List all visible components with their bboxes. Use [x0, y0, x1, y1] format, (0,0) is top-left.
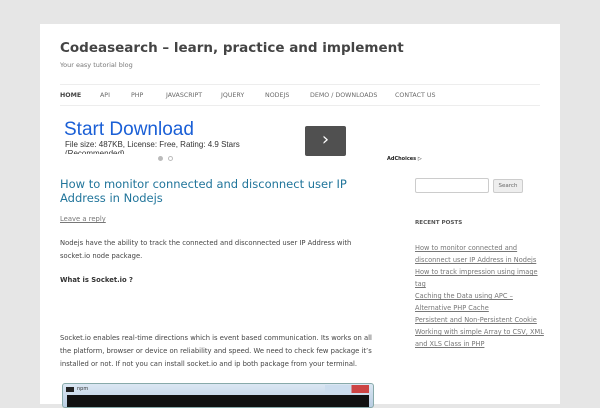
main-nav: Home API PHP JavaScript jQuery NodeJS De…	[60, 84, 540, 106]
site-tagline: Your easy tutorial blog	[60, 61, 133, 69]
nav-contact-us[interactable]: Contact Us	[395, 92, 435, 99]
terminal-screenshot: npm	[62, 383, 374, 408]
post-title[interactable]: How to monitor connected and disconnect …	[60, 177, 360, 205]
page: Codeasearch – learn, practice and implem…	[40, 24, 560, 408]
terminal-icon	[66, 387, 74, 392]
search-input[interactable]	[415, 178, 489, 193]
recent-post-link[interactable]: Working with simple Array to CSV, XML an…	[415, 326, 545, 350]
recent-post-link[interactable]: How to monitor connected and disconnect …	[415, 242, 545, 266]
post-paragraph: Nodejs have the ability to track the con…	[60, 239, 352, 260]
ad-subtext-2: (Recommended)	[65, 150, 125, 154]
nav-demo-downloads[interactable]: Demo / Downloads	[310, 92, 377, 99]
search-button[interactable]: Search	[493, 179, 523, 193]
leave-reply-link[interactable]: Leave a reply	[60, 215, 106, 223]
ad-next-button[interactable]: ›	[305, 126, 346, 156]
post-heading: What is Socket.io ?	[60, 276, 133, 284]
nav-nodejs[interactable]: NodeJS	[265, 92, 289, 99]
nav-javascript[interactable]: JavaScript	[166, 92, 202, 99]
recent-posts-heading: Recent Posts	[415, 220, 463, 226]
site-title[interactable]: Codeasearch – learn, practice and implem…	[60, 40, 404, 56]
recent-post-link[interactable]: Persistent and Non-Persistent Cookie	[415, 314, 545, 326]
nav-home[interactable]: Home	[60, 92, 81, 99]
recent-post-link[interactable]: Caching the Data using APC – Alternative…	[415, 290, 545, 314]
window-title: npm	[77, 386, 89, 392]
ad-dot[interactable]	[168, 156, 173, 161]
terminal-area	[67, 395, 369, 407]
adchoices-link[interactable]: AdChoices ▷	[387, 156, 422, 162]
nav-api[interactable]: API	[100, 92, 110, 99]
window-controls	[325, 385, 369, 393]
nav-jquery[interactable]: jQuery	[221, 92, 244, 99]
post-paragraph: Socket.io enables real-time directions w…	[60, 334, 372, 368]
recent-posts-list: How to monitor connected and disconnect …	[415, 242, 545, 350]
recent-post-link[interactable]: How to track impression using image tag	[415, 266, 545, 290]
nav-php[interactable]: PHP	[131, 92, 143, 99]
ad-dot-active[interactable]	[158, 156, 163, 161]
ad-headline[interactable]: Start Download	[64, 119, 194, 141]
